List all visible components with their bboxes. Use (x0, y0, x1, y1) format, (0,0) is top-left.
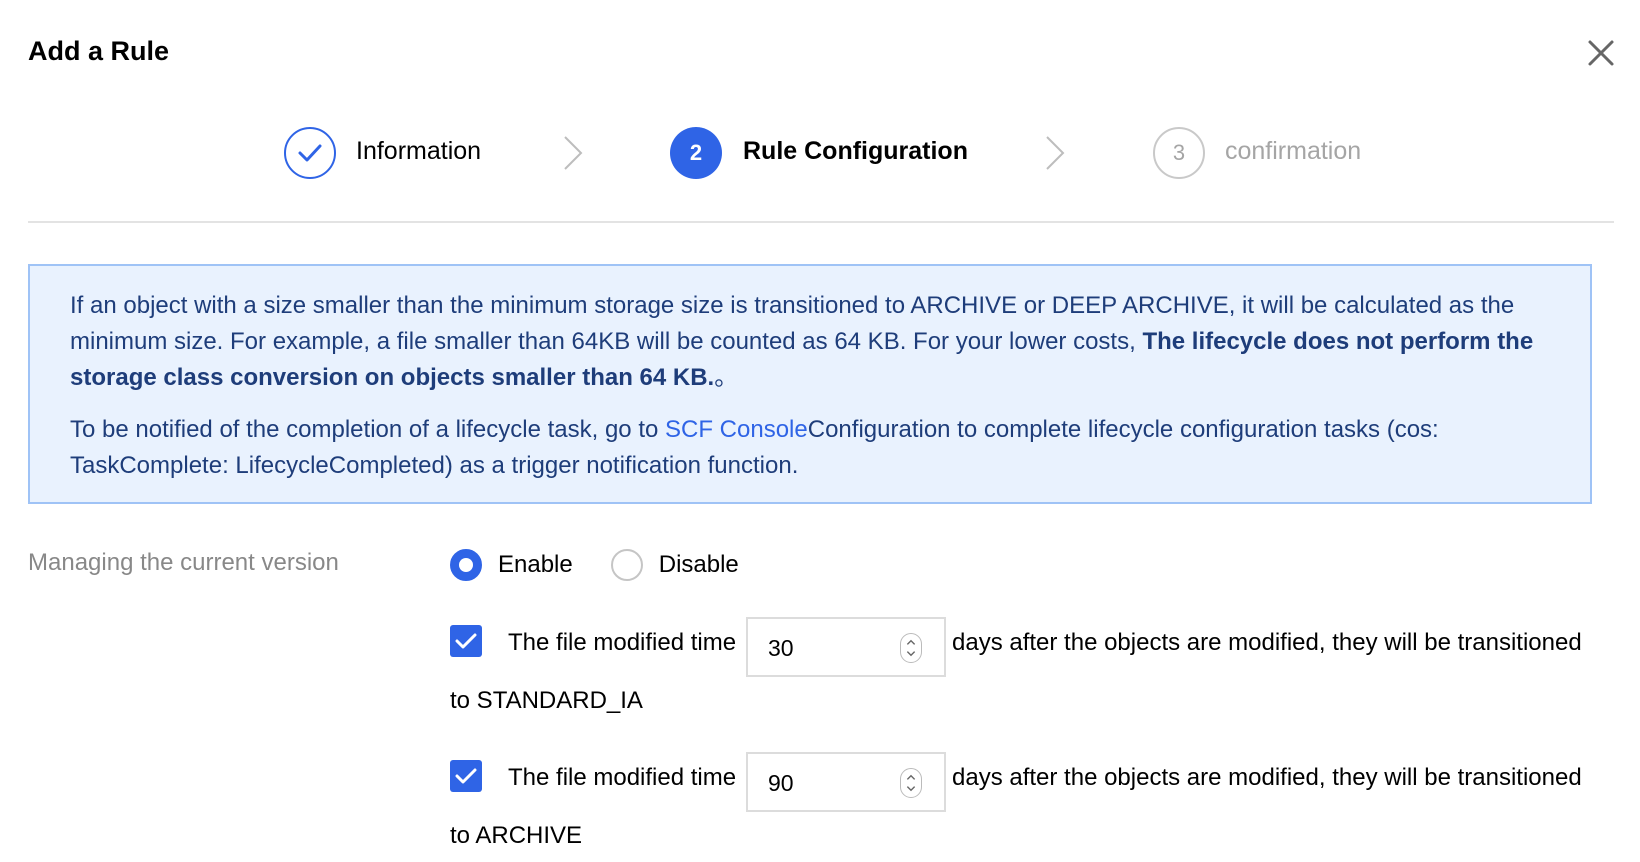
close-icon[interactable] (1586, 38, 1616, 68)
chevron-right-icon (1046, 136, 1065, 170)
checkmark-icon (455, 768, 477, 784)
step-1-check-icon (284, 127, 336, 179)
days-value: 90 (768, 770, 794, 796)
checkmark-icon (455, 633, 477, 649)
current-version-label: Managing the current version (28, 549, 339, 576)
notice-paragraph-2: To be notified of the completion of a li… (70, 412, 1550, 484)
enable-radio-label[interactable]: Enable (498, 551, 573, 579)
rule-checkbox[interactable] (450, 760, 482, 792)
days-value: 30 (768, 635, 794, 661)
enable-radio[interactable] (450, 549, 482, 581)
rule-target: to ARCHIVE (450, 822, 583, 849)
dialog-title: Add a Rule (28, 36, 170, 66)
step-2-number: 2 (670, 127, 722, 179)
info-notice: If an object with a size smaller than th… (28, 264, 1592, 504)
notice-paragraph-1: If an object with a size smaller than th… (70, 288, 1550, 396)
rule-suffix: days after the objects are modified, the… (952, 629, 1582, 656)
days-input[interactable]: 90 (746, 752, 946, 812)
notice-text: To be notified of the completion of a li… (70, 416, 666, 443)
divider (28, 221, 1614, 223)
rule-checkbox[interactable] (450, 625, 482, 657)
rule-prefix: The file modified time (508, 629, 737, 656)
days-input[interactable]: 30 (746, 617, 946, 677)
stepper-icon[interactable] (900, 633, 922, 663)
scf-console-link[interactable]: SCF Console (665, 416, 808, 443)
current-version-radio-group: Enable Disable (450, 548, 777, 582)
step-3-number: 3 (1153, 127, 1205, 179)
rule-target: to STANDARD_IA (450, 687, 643, 714)
rule-prefix: The file modified time (508, 764, 737, 791)
disable-radio[interactable] (610, 549, 643, 581)
rule-suffix: days after the objects are modified, the… (952, 764, 1582, 791)
stepper-icon[interactable] (900, 768, 922, 798)
disable-radio-label[interactable]: Disable (659, 551, 739, 579)
chevron-right-icon (564, 136, 583, 170)
notice-end-mark: 。 (714, 364, 739, 391)
step-3-label: confirmation (1225, 137, 1362, 165)
stepper: Information 2 Rule Configuration 3 confi… (0, 125, 1640, 181)
step-1-label: Information (356, 137, 482, 165)
step-2-label: Rule Configuration (743, 137, 968, 165)
